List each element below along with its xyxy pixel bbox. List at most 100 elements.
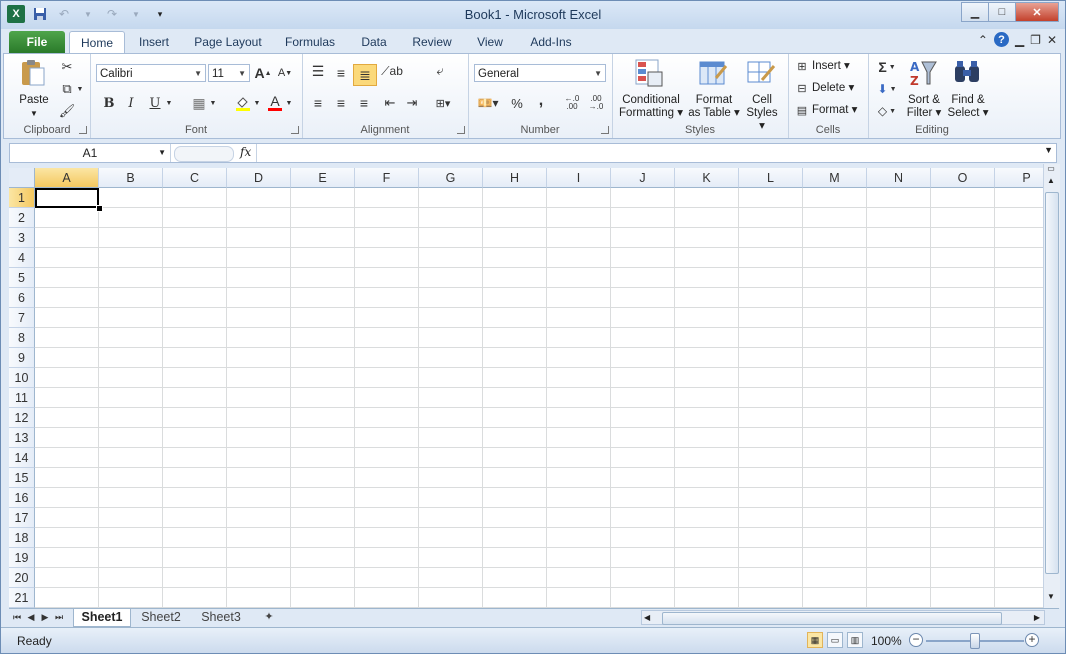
delete-cells-button[interactable]: Delete ▾ [812,82,862,95]
row-header[interactable]: 7 [9,308,35,328]
formula-input[interactable] [256,144,1036,162]
row-header[interactable]: 16 [9,488,35,508]
tab-data[interactable]: Data [353,31,395,53]
row-header[interactable]: 19 [9,548,35,568]
vertical-scroll-thumb[interactable] [1045,192,1059,574]
number-launcher-icon[interactable] [601,126,609,134]
column-header[interactable]: K [675,168,739,188]
autosum-icon[interactable]: Σ ▼ [874,58,900,76]
prev-sheet-icon[interactable]: ◀ [25,610,37,624]
tab-add-ins[interactable]: Add-Ins [523,31,579,53]
scroll-right-icon[interactable]: ▶ [1034,611,1040,624]
next-sheet-icon[interactable]: ▶ [39,610,51,624]
fill-color-dropdown-icon[interactable]: ▼ [252,94,262,112]
column-header[interactable]: F [355,168,419,188]
percent-style-button[interactable]: % [508,94,526,112]
row-header[interactable]: 13 [9,428,35,448]
minimize-button[interactable]: ▁ [961,2,989,22]
tab-page-layout[interactable]: Page Layout [189,31,267,53]
tab-insert[interactable]: Insert [131,31,177,53]
comma-style-button[interactable]: , [532,92,550,110]
row-header[interactable]: 3 [9,228,35,248]
active-cell[interactable] [35,188,99,208]
page-layout-view-icon[interactable]: ▭ [827,632,843,648]
row-header[interactable]: 8 [9,328,35,348]
cell-area[interactable] [35,188,1043,608]
conditional-formatting-button[interactable]: Conditional Formatting ▾ [616,94,686,120]
insert-cells-button[interactable]: Insert ▾ [812,60,862,73]
chevron-down-icon[interactable]: ▼ [158,144,166,162]
zoom-slider-thumb[interactable] [970,633,980,649]
row-header[interactable]: 4 [9,248,35,268]
zoom-level[interactable]: 100% [871,634,902,648]
clipboard-launcher-icon[interactable] [79,126,87,134]
tab-review[interactable]: Review [407,31,457,53]
horizontal-scroll-thumb[interactable] [662,612,1002,625]
column-header[interactable]: G [419,168,483,188]
tab-formulas[interactable]: Formulas [279,31,341,53]
font-color-dropdown-icon[interactable]: ▼ [284,94,294,112]
font-color-icon[interactable]: A [266,92,284,112]
sheet-tab-sheet2[interactable]: Sheet2 [133,609,189,626]
italic-button[interactable]: I [122,94,140,112]
font-size-combo[interactable]: 11 ▼ [208,64,250,82]
format-as-table-icon[interactable] [698,58,728,88]
page-break-preview-icon[interactable]: ▥ [847,632,863,648]
format-cells-button[interactable]: Format ▾ [812,104,864,117]
borders-dropdown-icon[interactable]: ▼ [208,94,218,112]
cut-icon[interactable]: ✂ [58,58,76,76]
row-header[interactable]: 17 [9,508,35,528]
wrap-text-icon[interactable]: ⤶ [430,62,450,80]
shrink-font-icon[interactable]: A ▼ [276,64,294,82]
align-left-icon[interactable]: ≡ [308,94,328,112]
scroll-left-icon[interactable]: ◀ [644,611,650,624]
align-top-icon[interactable]: ☰ [308,62,328,80]
conditional-formatting-icon[interactable] [634,58,664,88]
maximize-button[interactable]: □ [988,2,1016,22]
column-header[interactable]: A [35,168,99,188]
underline-button[interactable]: U [146,94,164,112]
paste-icon[interactable] [18,58,48,88]
tab-file[interactable]: File [9,31,65,53]
row-header[interactable]: 11 [9,388,35,408]
first-sheet-icon[interactable]: ⏮ [11,610,23,624]
orientation-icon[interactable]: ⟋ab [381,62,403,80]
borders-icon[interactable]: ▦ [190,94,208,112]
help-icon[interactable]: ? [993,32,1009,47]
vertical-scrollbar[interactable]: ▭ ▲ ▼ [1043,164,1060,608]
format-as-table-button[interactable]: Format as Table ▾ [686,94,742,120]
sort-filter-button[interactable]: Sort & Filter ▾ [902,94,946,120]
zoom-in-icon[interactable]: + [1025,633,1039,647]
last-sheet-icon[interactable]: ⏭ [53,610,65,624]
format-cells-icon[interactable]: ▤ [794,102,810,118]
workbook-close-icon[interactable]: ✕ [1047,33,1057,47]
decrease-decimal-icon[interactable]: .00 →.0 [586,94,606,112]
minimize-ribbon-icon[interactable]: ⌃ [978,33,988,47]
insert-cells-icon[interactable]: ⊞ [794,58,810,74]
font-launcher-icon[interactable] [291,126,299,134]
column-header[interactable]: D [227,168,291,188]
find-select-button[interactable]: Find & Select ▾ [946,94,990,120]
row-header[interactable]: 21 [9,588,35,608]
clear-icon[interactable]: ◇ ▼ [874,102,900,120]
delete-cells-icon[interactable]: ⊟ [794,80,810,96]
cell-styles-icon[interactable] [746,58,776,88]
insert-sheet-icon[interactable]: ✦ [257,609,281,626]
merge-center-icon[interactable]: ⊞▾ [432,94,454,112]
align-right-icon[interactable]: ≡ [354,94,374,112]
align-center-icon[interactable]: ≡ [331,94,351,112]
close-button[interactable]: ✕ [1015,2,1059,22]
alignment-launcher-icon[interactable] [457,126,465,134]
sheet-tab-sheet1[interactable]: Sheet1 [73,609,131,627]
copy-icon[interactable]: ⧉ [58,80,76,98]
fill-handle[interactable] [96,205,103,212]
column-header[interactable]: O [931,168,995,188]
scroll-up-icon[interactable]: ▲ [1044,176,1058,188]
format-painter-icon[interactable]: 🖌 [58,102,76,120]
insert-function-icon[interactable]: fx [240,145,251,159]
zoom-out-icon[interactable]: − [909,633,923,647]
increase-decimal-icon[interactable]: ←.0.00 [562,94,582,112]
increase-indent-icon[interactable]: ⇥ [402,94,422,112]
row-header[interactable]: 20 [9,568,35,588]
split-box-icon[interactable]: ▭ [1044,164,1058,174]
